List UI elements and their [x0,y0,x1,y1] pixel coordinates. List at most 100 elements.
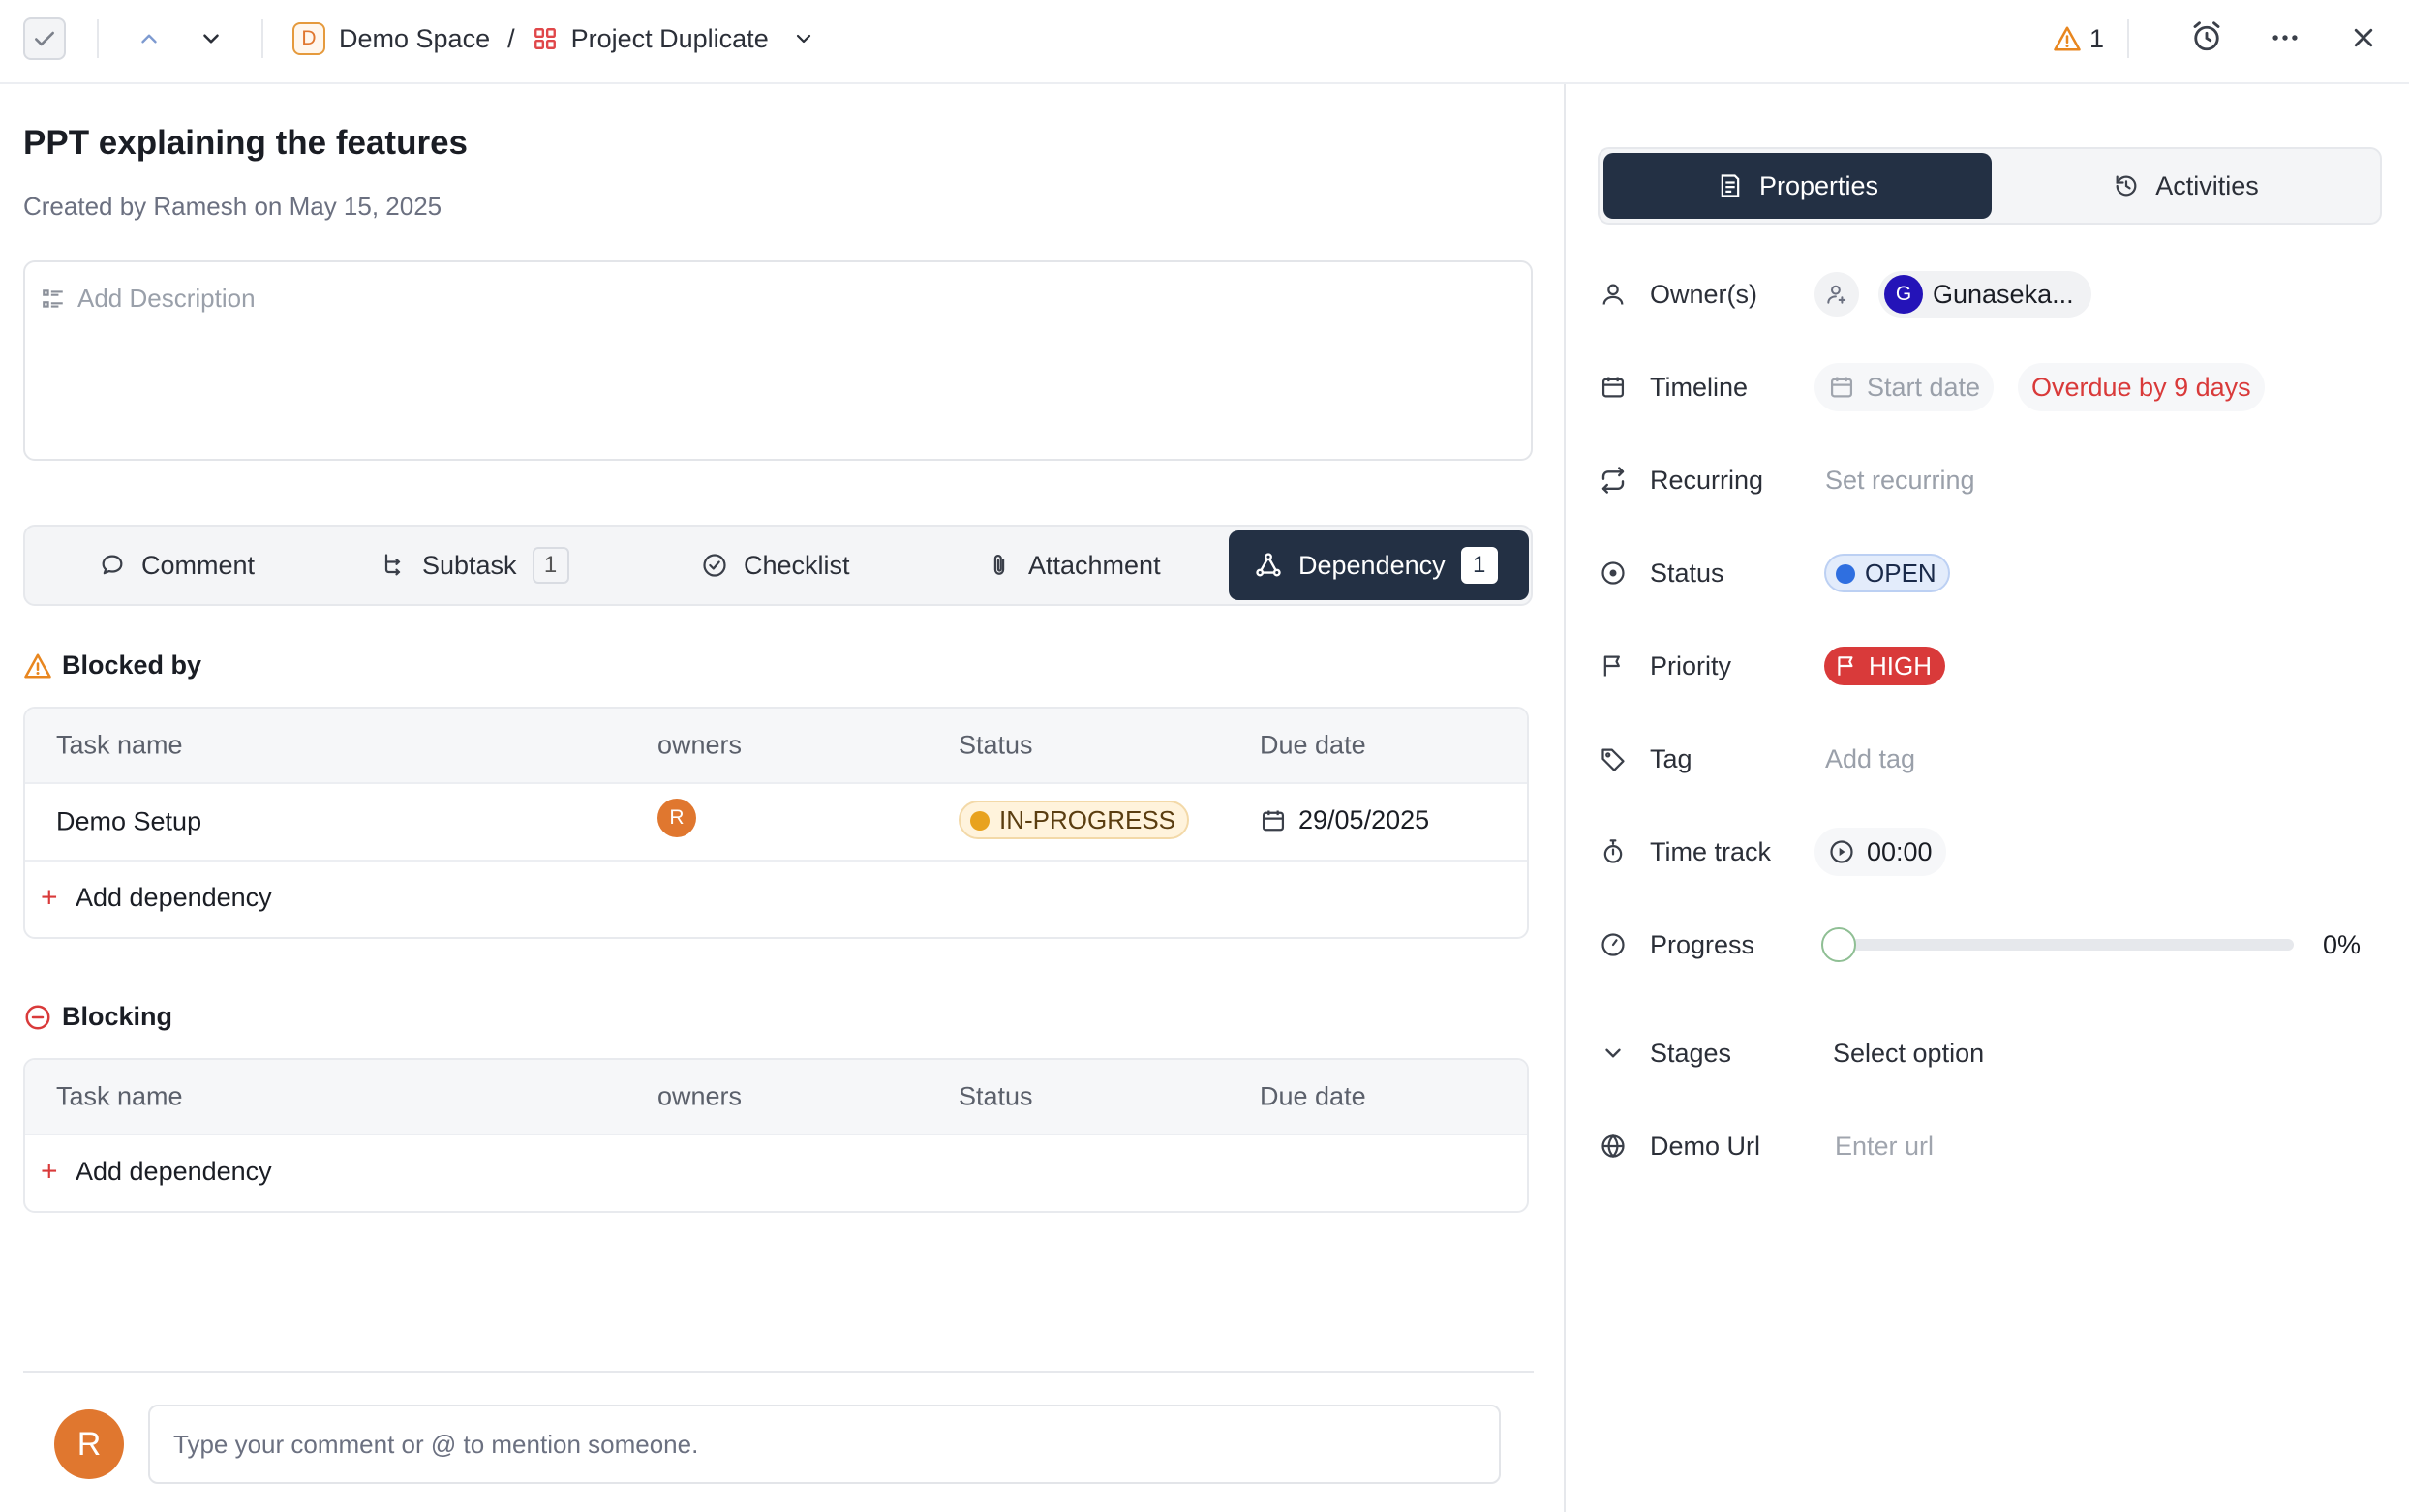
panel-tabs: Properties Activities [1598,147,2382,225]
subtask-icon [384,554,401,576]
tag-label: Tag [1650,743,1692,773]
status-badge[interactable]: IN-PROGRESS [959,801,1190,839]
detail-tabs: Comment Subtask 1 Checklist Attachment D… [23,525,1533,606]
priority-badge[interactable]: HIGH [1824,647,1945,685]
divider [2127,19,2129,58]
project-grid-icon [534,28,556,49]
tab-dependency-count: 1 [1460,547,1498,584]
tab-activities[interactable]: Activities [1992,153,2380,219]
progress-track [1821,939,2294,951]
avatar: R [54,1409,124,1479]
column-owners: owners [657,1081,743,1111]
owner-chip[interactable]: G Gunaseka... [1878,271,2091,318]
status-row: Status [1598,546,1724,600]
chevron-down-icon[interactable] [792,27,815,50]
tag-icon [1601,748,1625,771]
priority-label: Priority [1650,650,1732,680]
chevron-down-icon [203,34,219,44]
blocked-by-table: Task name owners Status Due date Demo Se… [23,707,1529,939]
add-tag-button[interactable]: Add tag [1825,744,1915,774]
demo-url-input[interactable]: Enter url [1835,1132,1934,1162]
add-dependency-label: Add dependency [76,1156,272,1186]
demo-url-label: Demo Url [1650,1131,1761,1161]
status-dot [970,811,990,831]
status-value: OPEN [1865,558,1936,588]
globe-icon [1601,1134,1625,1159]
tab-comment-label: Comment [141,550,256,580]
document-icon [1721,174,1740,197]
divider [23,1371,1534,1373]
more-horizontal-icon [2272,35,2298,41]
tab-dependency-label: Dependency [1298,550,1446,580]
table-header: Task name owners Status Due date [25,709,1527,784]
tab-comment[interactable]: Comment [99,529,255,602]
tab-subtask-label: Subtask [422,550,517,580]
blocking-header: Blocking [23,1002,172,1032]
due-date-cell[interactable]: 29/05/2025 [1260,805,1429,835]
dependency-icon [1256,553,1281,577]
progress-icon [1601,933,1625,956]
due-date-value: 29/05/2025 [1298,804,1430,834]
column-owners: owners [657,730,743,760]
add-dependency-button[interactable]: + Add dependency [25,862,1527,937]
description-icon [43,288,63,308]
progress-slider[interactable] [1821,927,2294,962]
add-owner-button[interactable] [1814,272,1859,317]
breadcrumb-project[interactable]: Project Duplicate [571,24,769,54]
checklist-icon [703,554,726,577]
table-row[interactable]: Demo Setup R IN-PROGRESS 29/05/2025 [25,784,1527,862]
blocked-by-title: Blocked by [62,650,202,680]
priority-value: HIGH [1869,650,1932,680]
start-date-button[interactable]: Start date [1814,363,1995,411]
progress-thumb[interactable] [1821,927,1856,962]
column-status: Status [959,1081,1033,1111]
tab-properties-label: Properties [1758,170,1879,200]
status-badge[interactable]: OPEN [1824,554,1950,592]
due-date-button[interactable]: Overdue by 9 days [2018,363,2265,411]
column-task-name: Task name [56,730,183,760]
complete-checkbox[interactable] [23,17,66,60]
set-recurring-button[interactable]: Set recurring [1825,466,1975,496]
tab-checklist-label: Checklist [744,550,850,580]
comment-input[interactable]: Type your comment or @ to mention someon… [148,1405,1501,1484]
warning-indicator[interactable]: 1 [2053,19,2104,58]
warning-count: 1 [2089,23,2105,53]
plus-icon: + [41,881,58,914]
stages-select[interactable]: Select option [1833,1039,1984,1069]
add-dependency-button[interactable]: + Add dependency [25,1135,1527,1211]
tab-subtask[interactable]: Subtask 1 [380,529,569,602]
plus-icon: + [41,1155,58,1188]
comment-placeholder: Type your comment or @ to mention someon… [173,1429,699,1459]
tab-checklist[interactable]: Checklist [701,529,850,602]
task-name-cell[interactable]: Demo Setup [56,807,201,837]
owners-label: Owner(s) [1650,279,1758,309]
stages-row[interactable]: Stages [1598,1026,1731,1080]
tab-attachment[interactable]: Attachment [986,529,1161,602]
blocking-table: Task name owners Status Due date + Add d… [23,1058,1529,1213]
add-user-icon [1827,285,1846,304]
status-dot [1836,564,1855,584]
tab-properties[interactable]: Properties [1603,153,1992,219]
check-icon [35,31,54,46]
divider [261,19,263,58]
top-bar: D Demo Space / Project Duplicate 1 [0,0,2409,84]
task-title[interactable]: PPT explaining the features [23,124,468,163]
flag-icon [1838,656,1853,676]
tab-dependency[interactable]: Dependency 1 [1229,530,1529,600]
chevron-up-icon [141,34,157,44]
description-box[interactable]: Add Description [23,260,1533,461]
previous-task-button[interactable] [132,21,167,56]
calendar-icon [1262,809,1285,831]
column-due-date: Due date [1260,730,1366,760]
close-button[interactable] [2347,21,2380,54]
reminder-button[interactable] [2189,19,2224,54]
stages-label: Stages [1650,1038,1732,1068]
panel-divider [1564,84,1566,1512]
calendar-icon [1830,377,1853,398]
time-track-button[interactable]: 00:00 [1814,828,1946,876]
time-track-label: Time track [1650,836,1772,866]
next-task-button[interactable] [194,21,229,56]
avatar: G [1884,275,1923,314]
more-options-button[interactable] [2269,21,2302,54]
breadcrumb-space[interactable]: Demo Space [339,24,490,54]
